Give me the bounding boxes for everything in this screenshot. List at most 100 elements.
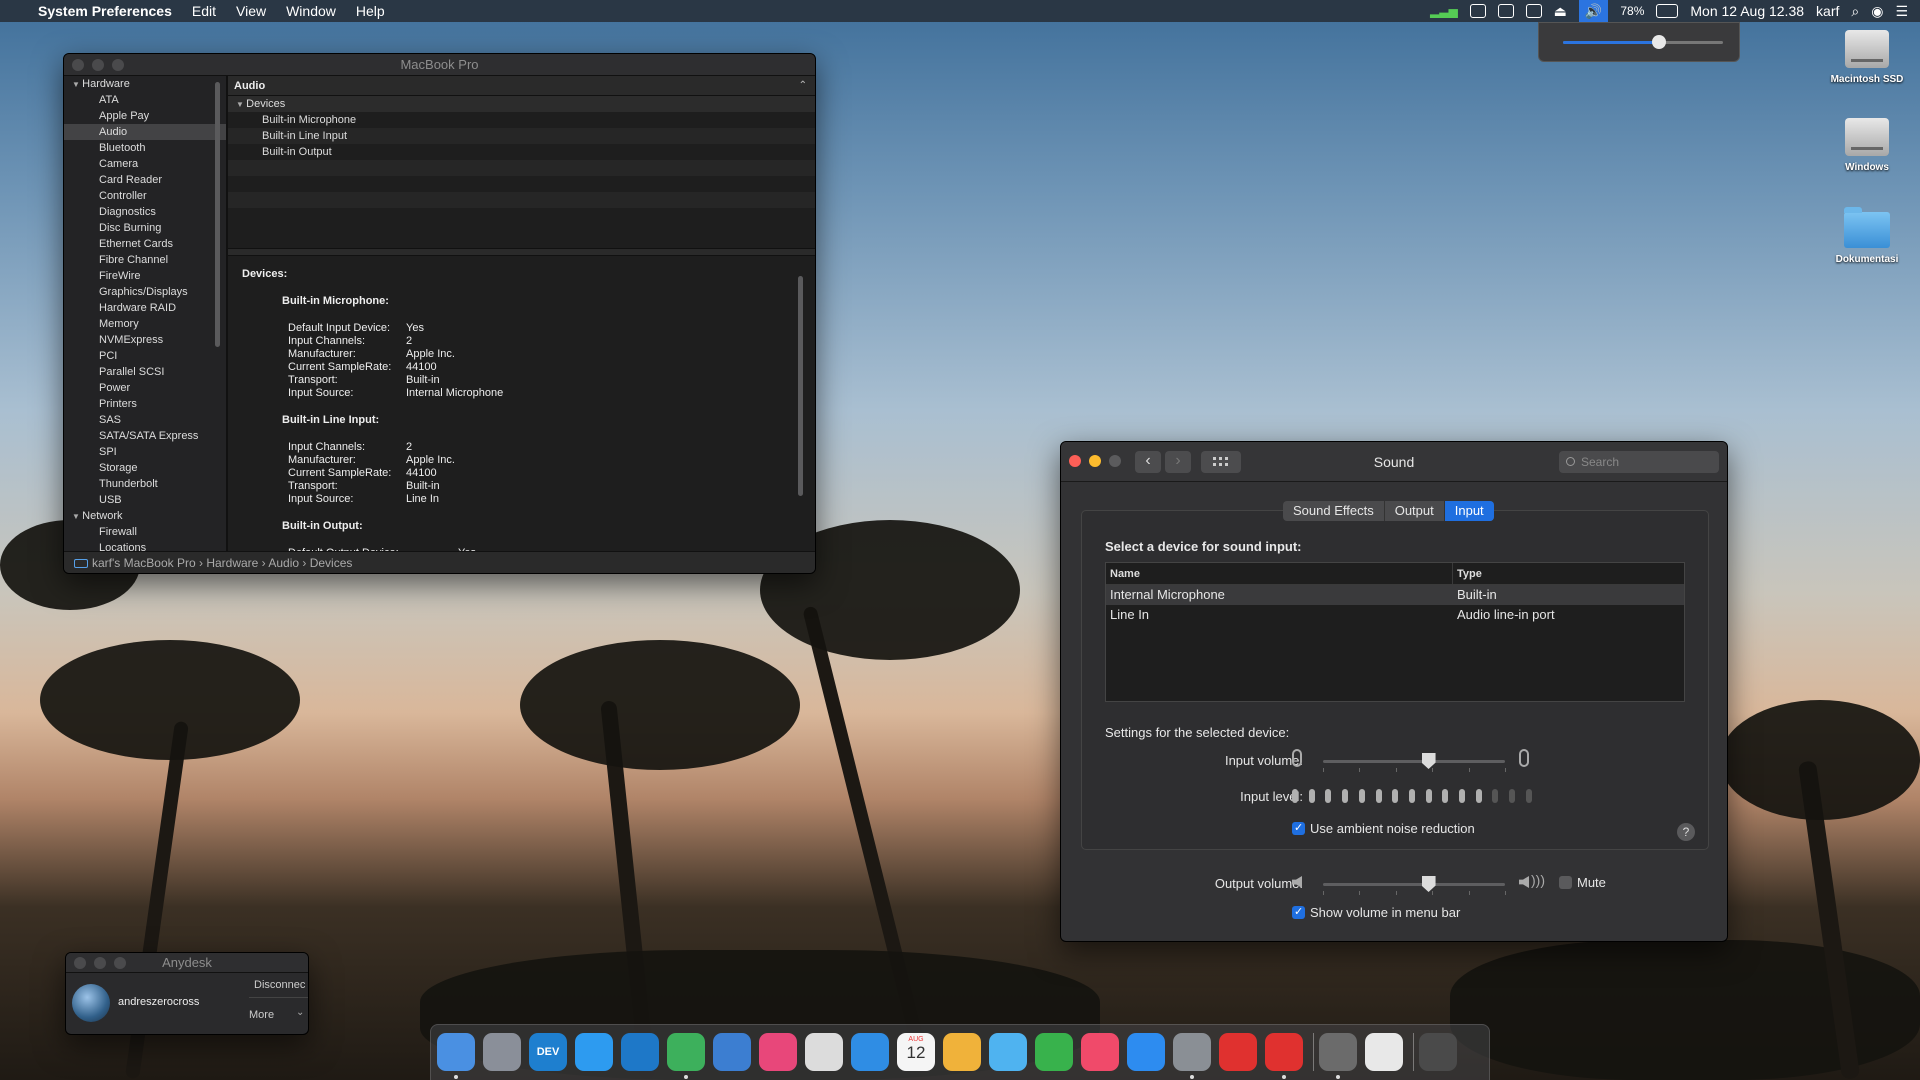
ambient-noise-checkbox[interactable]: Use ambient noise reduction — [1292, 821, 1475, 836]
sidebar-item[interactable]: Diagnostics — [64, 204, 226, 220]
zoom-button[interactable] — [112, 59, 124, 71]
sidebar-item[interactable]: NVMExpress — [64, 332, 226, 348]
sidebar-group[interactable]: Hardware — [64, 76, 226, 92]
tab-output[interactable]: Output — [1385, 501, 1445, 521]
music-icon[interactable] — [1081, 1033, 1119, 1071]
photos-icon[interactable] — [943, 1033, 981, 1071]
messages-icon[interactable] — [989, 1033, 1027, 1071]
tree-item[interactable]: Built-in Microphone — [228, 112, 815, 128]
tree-group[interactable]: Devices — [228, 96, 815, 112]
clock[interactable]: Mon 12 Aug 12.38 — [1690, 3, 1804, 19]
window-titlebar[interactable]: MacBook Pro — [64, 54, 815, 76]
column-header-type[interactable]: Type — [1453, 563, 1482, 584]
show-all-button[interactable] — [1201, 451, 1241, 473]
sidebar-item[interactable]: USB — [64, 492, 226, 508]
trash-icon[interactable] — [1419, 1033, 1457, 1071]
sidebar-group[interactable]: Network — [64, 508, 226, 524]
network-icon[interactable] — [1319, 1033, 1357, 1071]
activity-icon[interactable] — [1525, 4, 1542, 18]
status-icon-2[interactable] — [1497, 4, 1514, 18]
sidebar-item[interactable]: Ethernet Cards — [64, 236, 226, 252]
show-volume-checkbox[interactable]: Show volume in menu bar — [1292, 905, 1460, 920]
volume-menu-icon[interactable]: 🔊 — [1578, 0, 1609, 22]
window-titlebar[interactable]: ‹ › Sound Search — [1061, 442, 1727, 482]
tab-sound-effects[interactable]: Sound Effects — [1283, 501, 1385, 521]
volume-slider[interactable] — [1563, 35, 1723, 49]
more-button[interactable]: More — [249, 1009, 274, 1021]
facetime-icon[interactable] — [1035, 1033, 1073, 1071]
wifi-icon[interactable]: ▂▃▅ — [1430, 4, 1458, 18]
sidebar-item[interactable]: Disc Burning — [64, 220, 226, 236]
tree-item[interactable]: Built-in Output — [228, 144, 815, 160]
desktop-icon-macintosh-ssd[interactable]: Macintosh SSD — [1817, 30, 1917, 85]
pane-divider[interactable] — [228, 248, 815, 256]
chevron-down-icon[interactable]: ⌄ — [296, 1007, 304, 1018]
eject-icon[interactable]: ⏏ — [1554, 3, 1567, 20]
sidebar-item[interactable]: SATA/SATA Express — [64, 428, 226, 444]
zoom-button[interactable] — [1109, 455, 1121, 467]
mute-checkbox[interactable]: Mute — [1559, 876, 1606, 890]
close-button[interactable] — [1069, 455, 1081, 467]
sidebar-item[interactable]: Fibre Channel — [64, 252, 226, 268]
flickr-icon[interactable] — [759, 1033, 797, 1071]
section-header[interactable]: Audio ⌃ — [228, 76, 815, 96]
sidebar-item[interactable]: Parallel SCSI — [64, 364, 226, 380]
vscode-icon[interactable] — [621, 1033, 659, 1071]
sidebar-item[interactable]: SPI — [64, 444, 226, 460]
menu-view[interactable]: View — [236, 3, 266, 19]
sidebar-item[interactable]: Hardware RAID — [64, 300, 226, 316]
table-row[interactable]: Internal Microphone Built-in — [1106, 585, 1684, 605]
anydesk-icon[interactable] — [1219, 1033, 1257, 1071]
sidebar-item[interactable]: Camera — [64, 156, 226, 172]
calendar-icon[interactable]: AUG 12 — [897, 1033, 935, 1071]
help-button[interactable]: ? — [1677, 823, 1695, 841]
close-button[interactable] — [74, 957, 86, 969]
minimize-button[interactable] — [1089, 455, 1101, 467]
downloads-folder-icon[interactable] — [1365, 1033, 1403, 1071]
details-scrollbar[interactable] — [798, 276, 803, 496]
user-menu[interactable]: karf — [1816, 3, 1839, 19]
sidebar-item[interactable]: Audio — [64, 124, 226, 140]
sidebar-item[interactable]: Printers — [64, 396, 226, 412]
search-field[interactable]: Search — [1559, 451, 1719, 473]
app-menu[interactable]: System Preferences — [38, 3, 172, 19]
menu-help[interactable]: Help — [356, 3, 385, 19]
sidebar-item[interactable]: Memory — [64, 316, 226, 332]
output-volume-slider[interactable] — [1323, 876, 1505, 892]
sidebar-item[interactable]: SAS — [64, 412, 226, 428]
sidebar-item[interactable]: PCI — [64, 348, 226, 364]
close-button[interactable] — [72, 59, 84, 71]
table-row[interactable]: Line In Audio line-in port — [1106, 605, 1684, 625]
disconnect-button[interactable]: Disconnec — [254, 979, 305, 991]
menu-window[interactable]: Window — [286, 3, 336, 19]
status-icon-1[interactable] — [1469, 4, 1486, 18]
xcode-icon[interactable] — [713, 1033, 751, 1071]
tab-input[interactable]: Input — [1444, 501, 1494, 521]
android-studio-icon[interactable] — [667, 1033, 705, 1071]
sidebar-item[interactable]: Card Reader — [64, 172, 226, 188]
sidebar-item[interactable]: Graphics/Displays — [64, 284, 226, 300]
zoom-button[interactable] — [114, 957, 126, 969]
minimize-button[interactable] — [94, 957, 106, 969]
app-store-icon[interactable] — [1127, 1033, 1165, 1071]
back-button[interactable]: ‹ — [1135, 451, 1161, 473]
menu-edit[interactable]: Edit — [192, 3, 216, 19]
forward-button[interactable]: › — [1165, 451, 1191, 473]
screenshot-icon[interactable] — [805, 1033, 843, 1071]
teamviewer-icon[interactable] — [851, 1033, 889, 1071]
window-titlebar[interactable]: Anydesk — [66, 953, 308, 973]
safari-icon[interactable] — [575, 1033, 613, 1071]
sidebar-item[interactable]: Power — [64, 380, 226, 396]
battery-icon[interactable] — [1656, 4, 1679, 18]
spotlight-icon[interactable]: ⌕ — [1851, 3, 1859, 20]
sidebar-scrollbar[interactable] — [215, 82, 220, 347]
finder-icon[interactable] — [437, 1033, 475, 1071]
siri-icon[interactable]: ◉ — [1871, 3, 1883, 20]
sidebar-item[interactable]: Controller — [64, 188, 226, 204]
input-volume-slider[interactable] — [1323, 753, 1505, 769]
sidebar-item[interactable]: Storage — [64, 460, 226, 476]
launchpad-icon[interactable] — [483, 1033, 521, 1071]
slider-knob[interactable] — [1421, 876, 1436, 892]
dev-app-icon[interactable]: DEV — [529, 1033, 567, 1071]
minimize-button[interactable] — [92, 59, 104, 71]
